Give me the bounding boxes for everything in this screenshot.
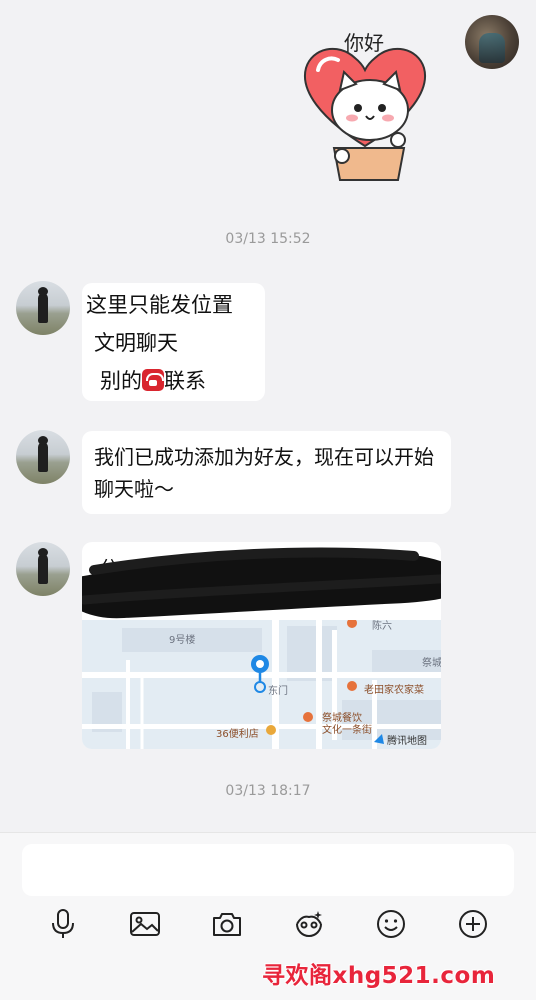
message-line: 别的 联系 [86,362,265,400]
friend-avatar[interactable] [16,430,70,484]
message-line: 这里只能发位置 [86,293,233,317]
message-line: 文明聊天 [94,331,178,355]
telephone-emoji-icon [142,369,164,391]
redaction-scribble [82,547,441,619]
map-label-culture-street: 文化一条街 [322,725,372,736]
timestamp-1: 03/13 15:52 [225,231,311,247]
emoji-icon [377,910,405,938]
map-label-store: 36便利店 [216,729,259,740]
message-bubble-2[interactable]: 我们已成功添加为好友，现在可以开始聊天啦～ [82,431,451,514]
microphone-button[interactable] [42,903,84,945]
map-label-corner: 祭城 [422,658,441,669]
message-text: 别的 [100,369,142,393]
location-card[interactable]: 分 9号楼 东门 老田家农家菜 祭城餐饮 文化一条街 36便利店 祭城 陈六 腾… [82,542,441,749]
chat-area: 你好 03/13 15:52 这里只能发位置 文明聊天 别的 联系 我们已成功添加… [0,0,536,832]
image-button[interactable] [124,903,166,945]
map-label-building: 9号楼 [169,635,196,646]
message-input[interactable] [22,844,514,896]
map-brand-label: 腾讯地图 [387,736,427,747]
plus-icon [459,910,487,938]
my-avatar[interactable] [465,15,519,69]
message-text: 联系 [164,369,206,393]
timestamp-2: 03/13 18:17 [225,783,311,799]
image-icon [130,912,160,936]
map-label-gate: 东门 [268,686,288,697]
camera-button[interactable] [206,903,248,945]
sticker-text: 你好 [344,31,384,55]
message-bubble-1[interactable]: 这里只能发位置 文明聊天 别的 联系 [82,283,265,401]
plus-button[interactable] [452,903,494,945]
sticker-icon [296,911,322,937]
sticker-button[interactable] [288,903,330,945]
map-label-restaurant: 老田家农家菜 [364,685,424,696]
friend-avatar[interactable] [16,281,70,335]
microphone-icon [52,909,74,938]
site-watermark: 寻欢阁xhg521.com [262,963,496,989]
emoji-button[interactable] [370,903,412,945]
friend-avatar[interactable] [16,542,70,596]
camera-icon [213,913,241,936]
hello-cat-sticker[interactable]: 你好 [300,28,430,183]
